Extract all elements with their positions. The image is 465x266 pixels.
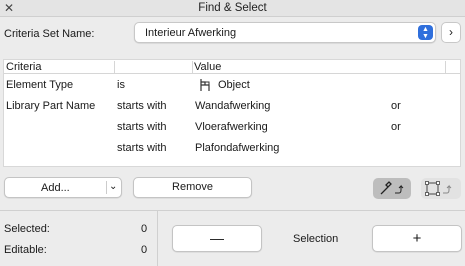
divider bbox=[0, 210, 465, 211]
criteria-set-label: Criteria Set Name: bbox=[4, 28, 95, 40]
value-cell: Wandafwerking bbox=[195, 100, 271, 112]
remove-from-selection-button[interactable]: — bbox=[172, 225, 262, 252]
next-criteria-button[interactable]: › bbox=[441, 22, 461, 43]
divider bbox=[106, 181, 107, 194]
column-divider bbox=[114, 61, 115, 73]
eyedropper-icon bbox=[380, 181, 404, 195]
editable-count: 0 bbox=[141, 244, 148, 256]
add-to-selection-button[interactable]: + bbox=[372, 225, 462, 252]
value-cell: Plafondafwerking bbox=[195, 142, 280, 154]
column-header-criteria: Criteria bbox=[6, 61, 42, 73]
column-divider bbox=[192, 61, 193, 73]
close-icon[interactable]: ✕ bbox=[3, 2, 15, 14]
divider bbox=[157, 211, 158, 266]
criteria-table[interactable]: Criteria Value Element Type is Object Li… bbox=[3, 59, 461, 167]
criteria-set-select[interactable]: Interieur Afwerking ▲ ▼ bbox=[134, 22, 436, 43]
chevron-updown-icon: ▲ ▼ bbox=[418, 25, 433, 40]
column-divider bbox=[445, 61, 446, 73]
eyedropper-pick-button[interactable] bbox=[373, 178, 411, 199]
title-bar: ✕ Find & Select bbox=[0, 0, 465, 17]
operator-cell: is bbox=[117, 79, 125, 91]
operator-cell: starts with bbox=[117, 121, 167, 133]
table-row[interactable]: starts with Plafondafwerking bbox=[4, 138, 460, 159]
table-header: Criteria Value bbox=[4, 60, 460, 74]
window-title: Find & Select bbox=[198, 2, 267, 14]
remove-button[interactable]: Remove bbox=[133, 177, 252, 198]
criteria-set-value: Interieur Afwerking bbox=[145, 27, 237, 39]
chevron-right-icon: › bbox=[449, 25, 453, 39]
selected-label: Selected: bbox=[4, 223, 50, 235]
add-button-label: Add... bbox=[41, 182, 70, 194]
logic-cell: or bbox=[391, 121, 401, 133]
operator-cell: starts with bbox=[117, 142, 167, 154]
chevron-down-icon[interactable]: ⌄ bbox=[109, 181, 117, 192]
object-chair-icon bbox=[200, 79, 210, 91]
value-cell: Vloerafwerking bbox=[195, 121, 268, 133]
criteria-cell: Library Part Name bbox=[6, 100, 96, 112]
add-button[interactable]: Add... ⌄ bbox=[4, 177, 122, 198]
marquee-pick-button[interactable] bbox=[421, 178, 461, 199]
logic-cell: or bbox=[391, 100, 401, 112]
table-row[interactable]: Library Part Name starts with Wandafwerk… bbox=[4, 96, 460, 117]
operator-cell: starts with bbox=[117, 100, 167, 112]
selected-count: 0 bbox=[141, 223, 148, 235]
editable-label: Editable: bbox=[4, 244, 47, 256]
marquee-select-icon bbox=[425, 181, 452, 196]
criteria-cell: Element Type bbox=[6, 79, 74, 91]
column-header-value: Value bbox=[194, 61, 222, 73]
table-row[interactable]: starts with Vloerafwerking or bbox=[4, 117, 460, 138]
table-row[interactable]: Element Type is Object bbox=[4, 75, 460, 96]
selection-label: Selection bbox=[293, 233, 339, 245]
value-cell: Object bbox=[218, 79, 250, 91]
